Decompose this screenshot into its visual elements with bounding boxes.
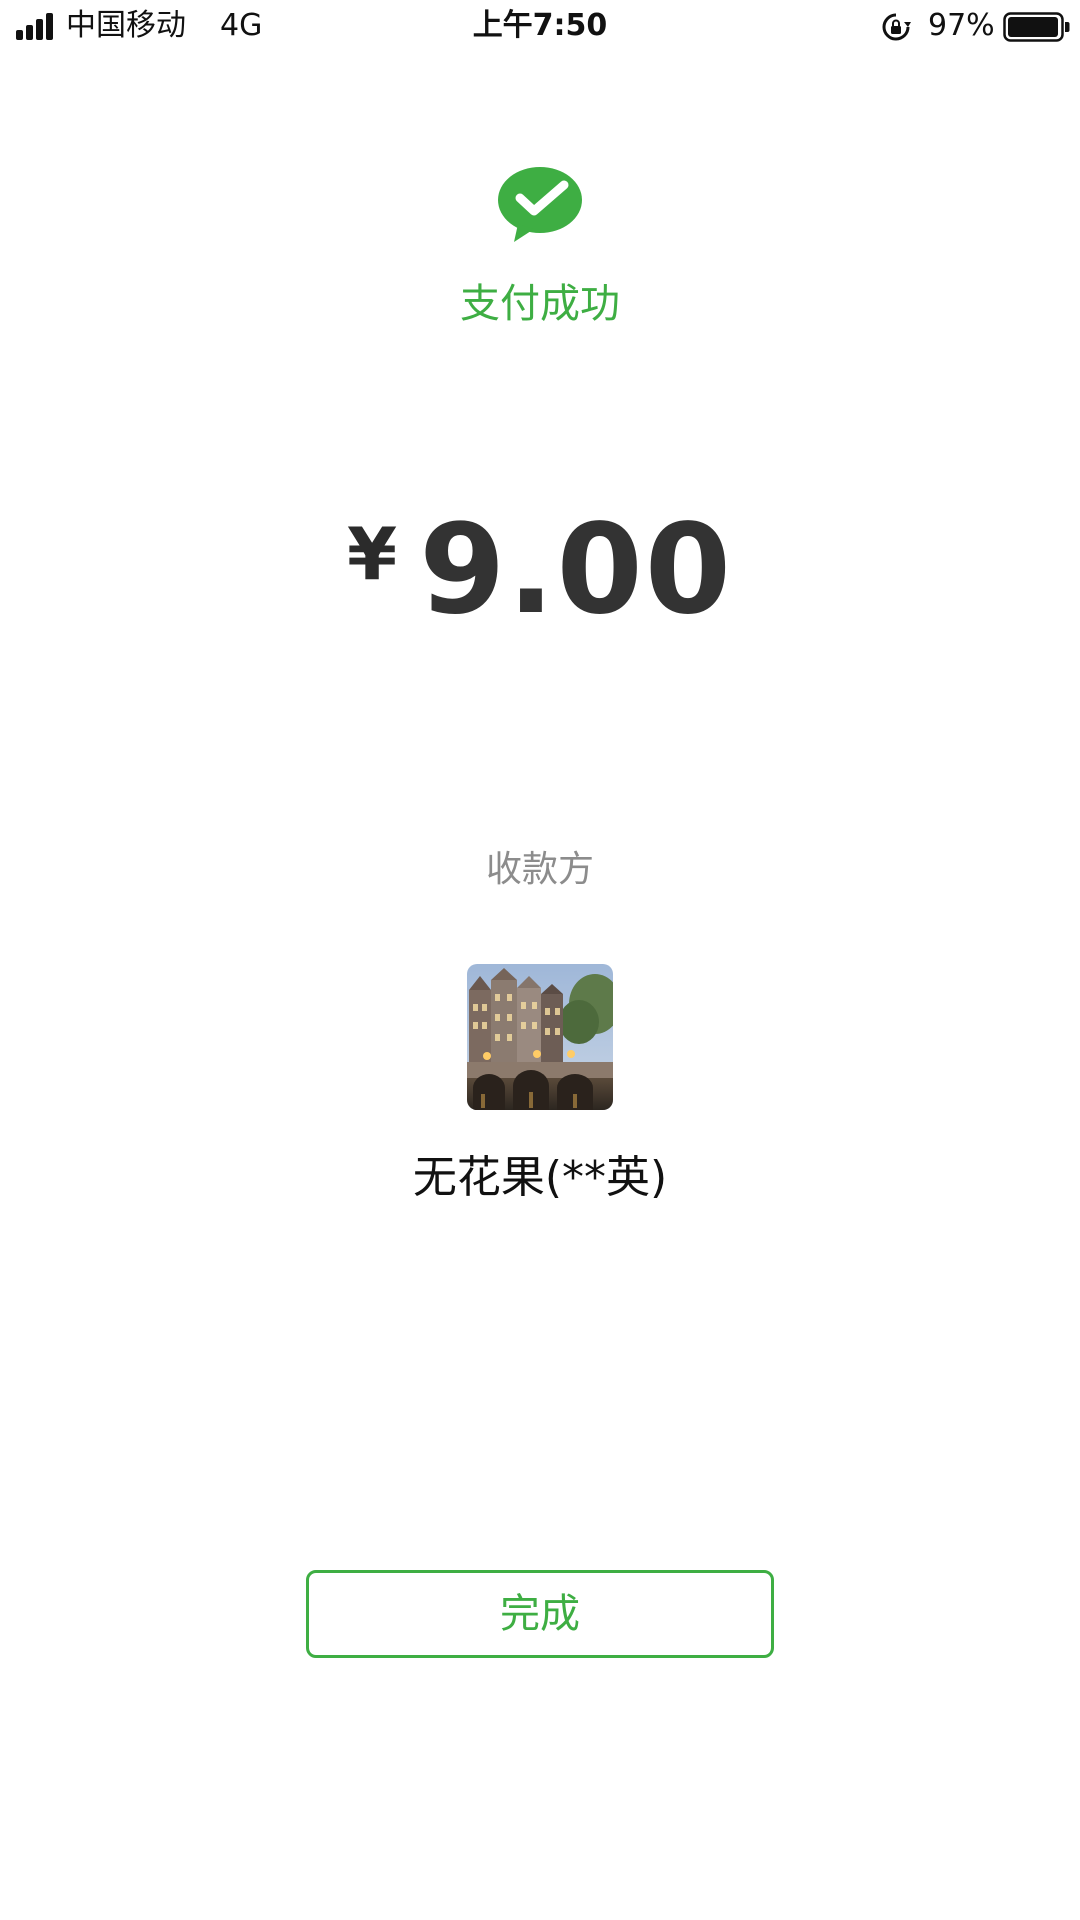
status-time: 上午7:50 (472, 8, 608, 43)
battery-icon (1003, 12, 1070, 42)
payee-name: 无花果(**英) (412, 1152, 668, 1203)
done-button[interactable]: 完成 (306, 1570, 774, 1658)
payment-status-text: 支付成功 (460, 281, 620, 327)
status-bar: 中国移动 4G 上午7:50 97% (0, 0, 1080, 56)
payment-amount: ¥9.00 (0, 500, 1080, 640)
battery-percentage: 97% (928, 8, 995, 43)
payee-avatar (467, 964, 613, 1110)
currency-symbol: ¥ (346, 512, 398, 596)
canal-photo-image (467, 964, 613, 1110)
wechat-pay-success-icon (498, 167, 582, 242)
rotation-lock-icon (882, 13, 911, 41)
payee-label: 收款方 (485, 849, 594, 890)
amount-value: 9.00 (419, 498, 734, 642)
